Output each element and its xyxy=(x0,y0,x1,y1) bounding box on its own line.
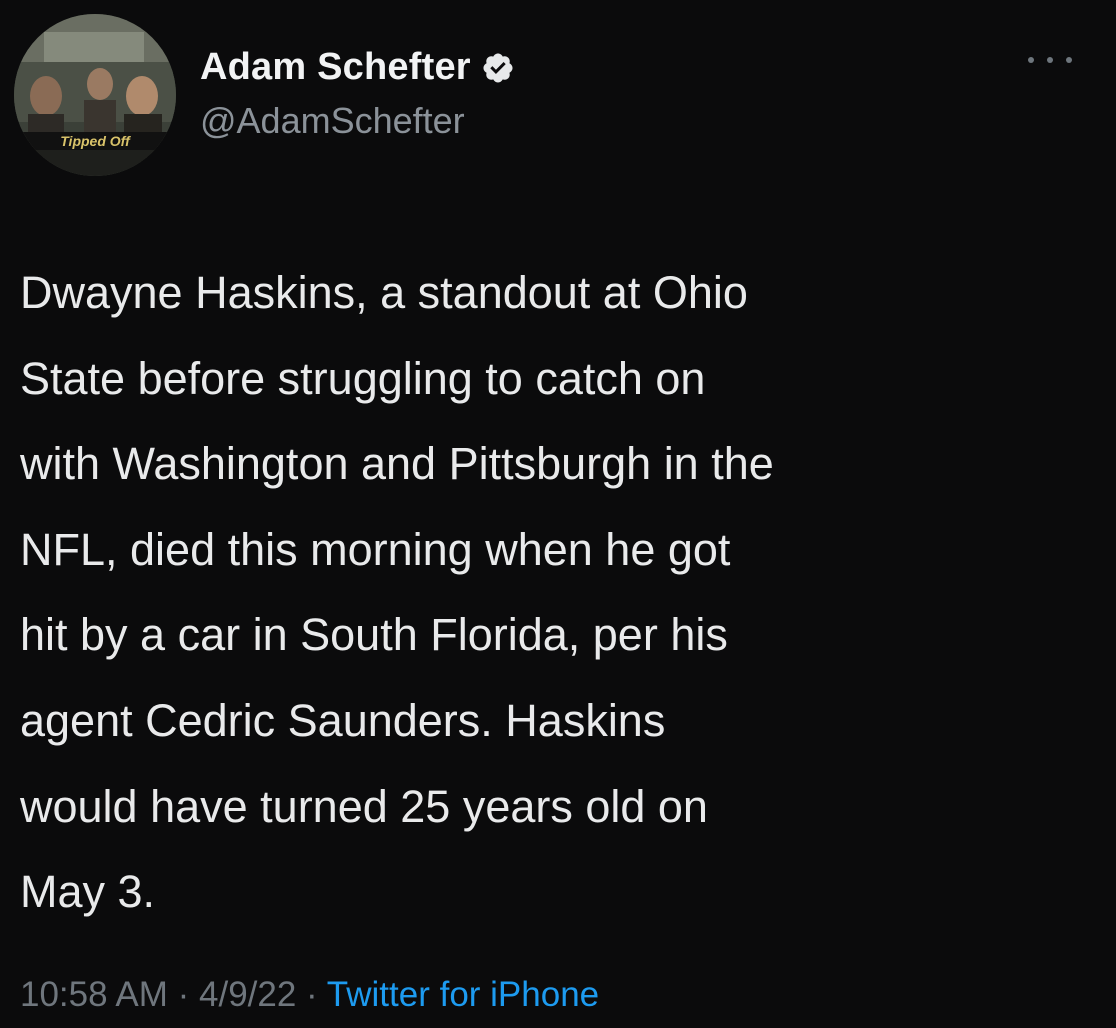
tweet-card: Tipped Off Adam Schefter @AdamSchefter D… xyxy=(0,0,1116,1028)
avatar[interactable]: Tipped Off xyxy=(14,14,176,176)
meta-separator: · xyxy=(296,975,327,1014)
tweet-text: Dwayne Haskins, a standout at Ohio State… xyxy=(20,267,774,918)
tweet-metadata: 10:58 AM · 4/9/22 · Twitter for iPhone xyxy=(20,975,599,1015)
avatar-caption: Tipped Off xyxy=(60,133,131,149)
more-options-icon[interactable] xyxy=(1028,50,1072,70)
meta-separator: · xyxy=(167,975,199,1014)
avatar-image: Tipped Off xyxy=(14,14,176,176)
tweet-date[interactable]: 4/9/22 xyxy=(199,975,296,1014)
tweet-time[interactable]: 10:58 AM xyxy=(20,975,168,1014)
tweet-source-link[interactable]: Twitter for iPhone xyxy=(327,975,599,1014)
author-name-row[interactable]: Adam Schefter xyxy=(200,46,515,89)
more-dot-icon xyxy=(1028,57,1034,63)
author-handle[interactable]: @AdamSchefter xyxy=(200,100,465,142)
author-display-name[interactable]: Adam Schefter xyxy=(200,46,471,89)
more-dot-icon xyxy=(1066,57,1072,63)
more-dot-icon xyxy=(1047,57,1053,63)
verified-badge-icon xyxy=(481,51,515,85)
